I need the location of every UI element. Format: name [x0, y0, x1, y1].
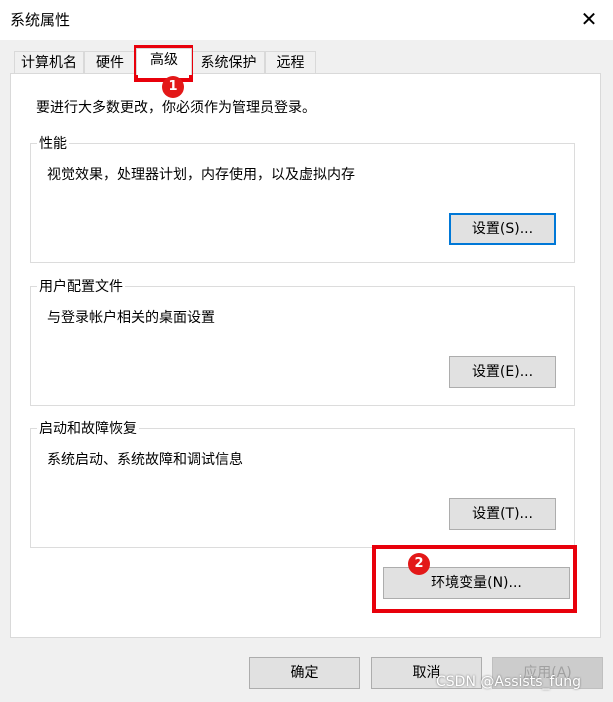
watermark: CSDN @Assists_fung — [436, 674, 582, 690]
performance-group-title: 性能 — [37, 133, 69, 153]
ok-button[interactable]: 确定 — [249, 657, 360, 689]
tab-advanced[interactable]: 高级 — [136, 48, 192, 75]
tab-computer-name[interactable]: 计算机名 — [14, 51, 84, 74]
close-icon[interactable]: ✕ — [574, 2, 604, 36]
admin-notice: 要进行大多数更改，你必须作为管理员登录。 — [36, 100, 316, 116]
user-profiles-group: 用户配置文件 与登录帐户相关的桌面设置 — [30, 276, 575, 406]
startup-recovery-description: 系统启动、系统故障和调试信息 — [47, 452, 243, 468]
step-2-badge: 2 — [408, 553, 430, 575]
user-profiles-description: 与登录帐户相关的桌面设置 — [47, 310, 215, 326]
startup-recovery-group: 启动和故障恢复 系统启动、系统故障和调试信息 — [30, 418, 575, 548]
tab-hardware[interactable]: 硬件 — [84, 51, 136, 74]
window-title: 系统属性 — [10, 11, 71, 29]
startup-recovery-settings-button[interactable]: 设置(T)... — [449, 498, 556, 530]
step-1-badge: 1 — [162, 76, 184, 98]
user-profiles-group-title: 用户配置文件 — [37, 276, 125, 296]
highlight-environment-button — [372, 545, 577, 613]
performance-description: 视觉效果，处理器计划，内存使用，以及虚拟内存 — [47, 167, 355, 183]
tab-system-protection[interactable]: 系统保护 — [192, 51, 265, 74]
title-bar: 系统属性 ✕ — [0, 0, 613, 40]
performance-group: 性能 视觉效果，处理器计划，内存使用，以及虚拟内存 — [30, 133, 575, 263]
startup-recovery-group-title: 启动和故障恢复 — [37, 418, 139, 438]
tab-remote[interactable]: 远程 — [265, 51, 316, 74]
performance-settings-button[interactable]: 设置(S)... — [449, 213, 556, 245]
user-profiles-settings-button[interactable]: 设置(E)... — [449, 356, 556, 388]
